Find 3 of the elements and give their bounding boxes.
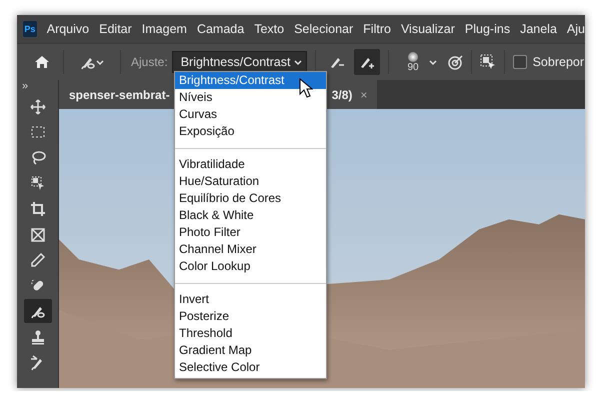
tab-title: 3/8) — [332, 88, 352, 102]
adjustment-label: Ajuste: — [131, 55, 168, 69]
tab-title: spenser-sembrat- — [69, 88, 170, 102]
